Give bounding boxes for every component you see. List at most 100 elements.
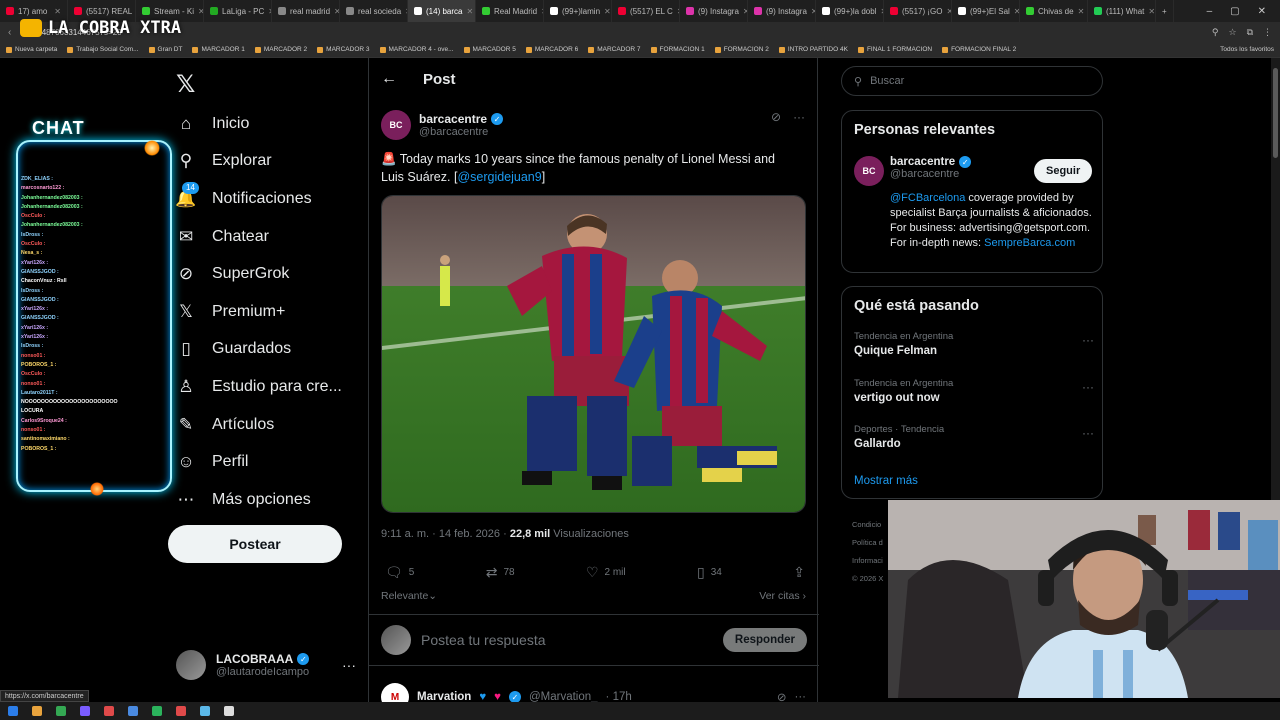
- browser-tab[interactable]: LaLiga - PC✕: [204, 0, 272, 22]
- bookmark-item[interactable]: FINAL 1 FORMACION: [857, 46, 932, 53]
- nav-item-more-options[interactable]: ⋯ Más opciones: [176, 481, 342, 519]
- star-icon[interactable]: ☆: [1228, 27, 1236, 38]
- browser-tab[interactable]: (99+)El Sal ✕: [952, 0, 1020, 22]
- bookmark-item[interactable]: MARCADOR 4 - ove...: [379, 46, 454, 53]
- browser-tab[interactable]: Real Madrid✕: [476, 0, 544, 22]
- close-icon[interactable]: ✕: [466, 7, 473, 16]
- tweet-timestamp[interactable]: 9:11 a. m. · 14 feb. 2026 ·: [381, 528, 510, 540]
- share-button[interactable]: ⇪: [793, 564, 805, 581]
- more-icon[interactable]: ···: [1082, 333, 1094, 347]
- taskbar-app-icon[interactable]: [32, 706, 42, 716]
- avatar[interactable]: BC: [381, 110, 411, 140]
- taskbar-app-icon[interactable]: [8, 706, 18, 716]
- footer-link[interactable]: © 2026 X: [852, 570, 883, 588]
- more-icon[interactable]: ···: [1082, 426, 1094, 440]
- browser-tab[interactable]: real socieda✕: [340, 0, 408, 22]
- browser-tab[interactable]: Chivas de ✕: [1020, 0, 1088, 22]
- taskbar-app-icon[interactable]: [200, 706, 210, 716]
- zoom-icon[interactable]: ⚲: [1212, 27, 1219, 38]
- bookmark-item[interactable]: MARCADOR 7: [588, 46, 641, 53]
- browser-tab[interactable]: (9) Instagra✕: [748, 0, 816, 22]
- url-field[interactable]: 48706331446757s=20: [42, 28, 1212, 37]
- bio-link[interactable]: @FCBarcelona: [890, 192, 965, 204]
- tweet-author[interactable]: BC barcacentre ✓ @barcacentre: [381, 110, 504, 140]
- nav-item-supergrok[interactable]: ⊘ SuperGrok: [176, 255, 342, 293]
- browser-tab[interactable]: (111) What ✕: [1088, 0, 1156, 22]
- bookmark-item[interactable]: FORMACION 1: [650, 46, 705, 53]
- browser-tab[interactable]: (99+)lamin ✕: [544, 0, 612, 22]
- relevant-person[interactable]: BC barcacentre ✓ @barcacentre: [854, 156, 972, 186]
- x-logo-icon[interactable]: 𝕏: [176, 70, 195, 99]
- bookmark-item[interactable]: MARCADOR 5: [463, 46, 516, 53]
- taskbar-app-icon[interactable]: [176, 706, 186, 716]
- avatar[interactable]: BC: [854, 156, 884, 186]
- browser-tab[interactable]: real madrid✕: [272, 0, 340, 22]
- nav-item-articles[interactable]: ✎ Artículos: [176, 406, 342, 444]
- bookmark-item[interactable]: MARCADOR 1: [192, 46, 245, 53]
- taskbar-app-icon[interactable]: [152, 706, 162, 716]
- bookmark-item[interactable]: FORMACION FINAL 2: [942, 46, 1016, 53]
- reply-input[interactable]: Postea tu respuesta: [421, 632, 713, 648]
- browser-tab[interactable]: (99+)la dobl✕: [816, 0, 884, 22]
- trend-item[interactable]: Tendencia en Argentina vertigo out now ···: [854, 378, 1094, 404]
- author-name[interactable]: barcacentre: [419, 112, 487, 126]
- footer-link[interactable]: Política d: [852, 534, 883, 552]
- nav-item-home[interactable]: ⌂ Inicio: [176, 105, 342, 143]
- bookmark-item[interactable]: FORMACION 2: [714, 46, 769, 53]
- search-input[interactable]: ⚲ Buscar: [841, 66, 1103, 96]
- retweet-button[interactable]: ⇄ 78: [486, 564, 515, 581]
- new-tab-icon[interactable]: +: [1156, 0, 1174, 22]
- taskbar-app-icon[interactable]: [128, 706, 138, 716]
- nav-item-premium[interactable]: 𝕏 Premium+: [176, 293, 342, 331]
- all-bookmarks[interactable]: Todos los favoritos: [1220, 46, 1274, 53]
- nav-item-bookmarks[interactable]: ▯ Guardados: [176, 331, 342, 369]
- bookmark-item[interactable]: INTRO PARTIDO 4K: [778, 46, 848, 53]
- close-icon[interactable]: ✕: [1078, 7, 1085, 16]
- bookmark-item[interactable]: MARCADOR 6: [525, 46, 578, 53]
- nav-item-profile[interactable]: ☺ Perfil: [176, 443, 342, 481]
- back-arrow-icon[interactable]: ←: [381, 70, 397, 88]
- person-handle[interactable]: @barcacentre: [890, 168, 971, 180]
- more-icon[interactable]: ···: [1082, 380, 1094, 394]
- more-icon[interactable]: ···: [342, 657, 356, 673]
- browser-tab[interactable]: (9) Instagra✕: [680, 0, 748, 22]
- footer-link[interactable]: Informaci: [852, 552, 883, 570]
- more-icon[interactable]: ···: [793, 110, 805, 124]
- trend-item[interactable]: Tendencia en Argentina Quique Felman ···: [854, 331, 1094, 357]
- bookmark-item[interactable]: MARCADOR 3: [317, 46, 370, 53]
- nav-item-chat[interactable]: ✉ Chatear: [176, 218, 342, 256]
- grok-icon[interactable]: ⊘: [771, 110, 781, 124]
- close-icon[interactable]: ✕: [54, 7, 61, 16]
- close-icon[interactable]: ✕: [1258, 6, 1266, 17]
- trend-item[interactable]: Deportes · Tendencia Gallardo ···: [854, 424, 1094, 450]
- minimize-icon[interactable]: –: [1207, 6, 1213, 17]
- browser-tab[interactable]: (5517) EL C✕: [612, 0, 680, 22]
- sort-dropdown[interactable]: Relevante⌄: [381, 590, 437, 602]
- browser-tab[interactable]: (5517) ¡GO✕: [884, 0, 952, 22]
- menu-icon[interactable]: ⋮: [1263, 27, 1272, 38]
- bookmark-item[interactable]: Trabajo Social Com...: [67, 46, 139, 53]
- extensions-icon[interactable]: ⧉: [1247, 27, 1253, 38]
- bookmark-item[interactable]: Gran DT: [148, 46, 182, 53]
- taskbar-app-icon[interactable]: [104, 706, 114, 716]
- bookmark-item[interactable]: Nueva carpeta: [6, 46, 57, 53]
- account-switcher[interactable]: LACOBRAAA ✓ @lautarodeIcampo ···: [176, 650, 356, 680]
- scrollbar-thumb[interactable]: [1273, 68, 1278, 158]
- post-button[interactable]: Postear: [168, 525, 342, 563]
- browser-tab[interactable]: (14) barca ✕: [408, 0, 476, 22]
- close-icon[interactable]: ✕: [1148, 7, 1155, 16]
- nav-item-creator-studio[interactable]: ♙ Estudio para cre...: [176, 368, 341, 406]
- maximize-icon[interactable]: ▢: [1230, 6, 1239, 17]
- reply-submit-button[interactable]: Responder: [722, 628, 807, 652]
- bookmark-item[interactable]: MARCADOR 2: [254, 46, 307, 53]
- show-more-link[interactable]: Mostrar más: [854, 475, 918, 487]
- mention-link[interactable]: @sergidejuan9: [457, 170, 541, 184]
- view-quotes-link[interactable]: Ver citas ›: [759, 590, 806, 602]
- bookmark-button[interactable]: ▯ 34: [697, 564, 722, 581]
- nav-item-explore[interactable]: ⚲ Explorar: [176, 143, 342, 181]
- close-icon[interactable]: ✕: [604, 7, 611, 16]
- taskbar-app-icon[interactable]: [80, 706, 90, 716]
- person-name[interactable]: barcacentre: [890, 156, 955, 168]
- back-icon[interactable]: ‹: [8, 27, 11, 38]
- nav-item-notifications[interactable]: 🔔 Notificaciones 14: [175, 180, 342, 218]
